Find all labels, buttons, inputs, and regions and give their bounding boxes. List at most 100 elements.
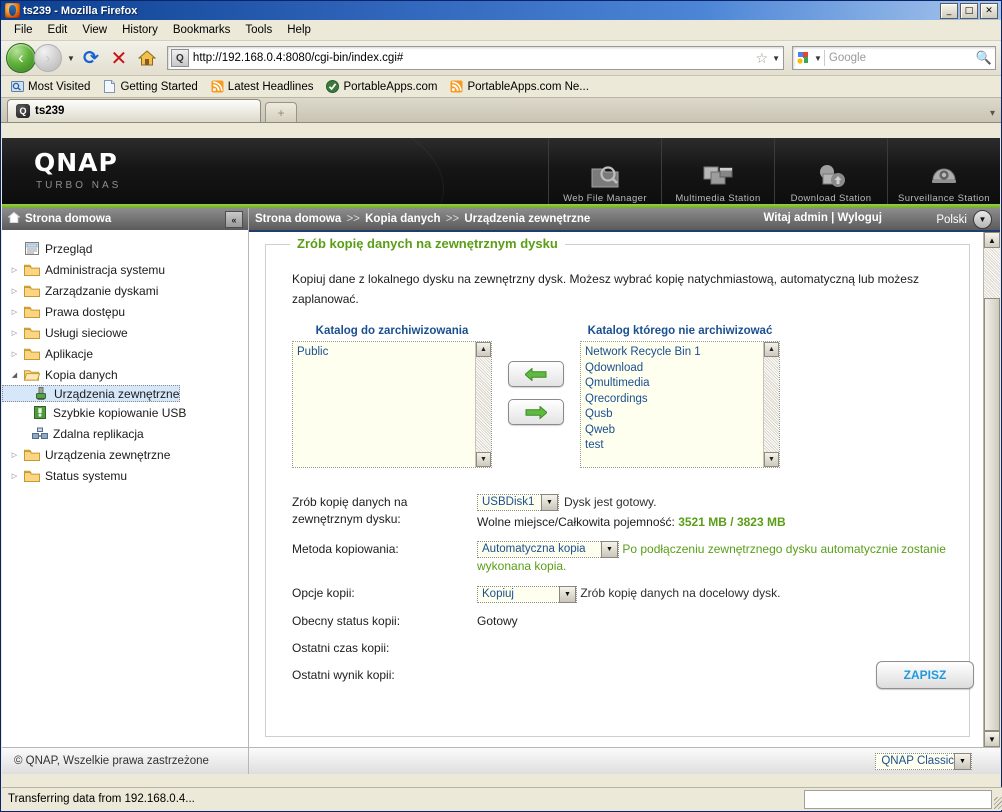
sidebar-item-administracja-systemu[interactable]: ▷ Administracja systemu <box>2 259 248 280</box>
language-selector[interactable]: Polski ▼ <box>936 210 992 229</box>
search-icon[interactable]: 🔍 <box>976 50 992 66</box>
list-item[interactable]: Public <box>297 345 487 361</box>
scroll-up-button[interactable]: ▲ <box>984 232 1000 248</box>
sidebar-item-szybkie-kopiowanie-usb[interactable]: Szybkie kopiowanie USB <box>2 402 248 423</box>
tab-list-icon[interactable]: ▾ <box>990 108 995 119</box>
theme-select[interactable]: QNAP Classic ▼ <box>875 752 972 770</box>
save-button[interactable]: ZAPISZ <box>876 661 974 689</box>
scroll-down-button[interactable]: ▼ <box>984 731 1000 747</box>
bookmark-portableapps[interactable]: PortableApps.com <box>321 79 442 94</box>
sidebar-item-label: Administracja systemu <box>45 262 166 277</box>
sidebar-header: Strona domowa « <box>2 208 248 230</box>
bookmark-most-visited[interactable]: Most Visited <box>6 79 95 94</box>
chevron-down-icon[interactable]: ▼ <box>973 210 992 229</box>
tab-ts239[interactable]: Q ts239 <box>7 99 261 122</box>
forward-button[interactable]: › <box>34 44 62 72</box>
close-button[interactable]: ✕ <box>980 3 998 19</box>
back-button[interactable]: ‹ <box>6 43 36 73</box>
new-tab-button[interactable]: + <box>265 102 297 122</box>
chevron-right-icon[interactable]: ▷ <box>10 266 19 274</box>
bookmark-label: PortableApps.com <box>343 80 438 93</box>
welcome-logout[interactable]: Witaj admin | Wyloguj <box>763 212 882 224</box>
chevron-right-icon[interactable]: ▷ <box>10 472 19 480</box>
chevron-down-icon[interactable]: ◢ <box>10 371 19 379</box>
disk-select[interactable]: USBDisk1 ▼ <box>477 494 559 511</box>
chevron-down-icon[interactable]: ▼ <box>954 752 971 770</box>
bookmark-star-icon[interactable]: ☆ <box>753 50 772 67</box>
scroll-up-button[interactable]: ▲ <box>764 342 779 357</box>
sidebar-collapse-button[interactable]: « <box>225 211 243 228</box>
resize-grip[interactable] <box>994 797 1002 809</box>
list-item[interactable]: test <box>585 438 775 454</box>
sidebar: Strona domowa « Przegląd ▷ Administracja… <box>2 208 249 774</box>
sidebar-item-status-systemu[interactable]: ▷ Status systemu <box>2 465 248 486</box>
url-bar[interactable]: Q http://192.168.0.4:8080/cgi-bin/index.… <box>166 46 784 70</box>
chevron-right-icon[interactable]: ▷ <box>10 350 19 358</box>
scrollbar-thumb[interactable] <box>984 298 1000 731</box>
breadcrumb-kopia-danych[interactable]: Kopia danych <box>365 213 440 225</box>
chevron-right-icon[interactable]: ▷ <box>10 308 19 316</box>
sidebar-item-przeglad[interactable]: Przegląd <box>2 238 248 259</box>
breadcrumb-home[interactable]: Strona domowa <box>255 213 341 225</box>
move-left-button[interactable] <box>508 361 564 387</box>
chevron-down-icon[interactable]: ▼ <box>541 494 558 511</box>
chevron-down-icon[interactable]: ▼ <box>601 541 618 559</box>
move-right-button[interactable] <box>508 399 564 425</box>
search-engine-dropdown-icon[interactable]: ▼ <box>814 54 822 63</box>
rss-icon <box>450 80 463 93</box>
banner-download-station[interactable]: Download Station <box>774 138 887 204</box>
site-identity-icon[interactable]: Q <box>170 49 189 67</box>
menu-edit[interactable]: Edit <box>41 22 75 38</box>
history-dropdown-icon[interactable]: ▼ <box>67 54 75 63</box>
bookmark-getting-started[interactable]: Getting Started <box>98 79 202 94</box>
maximize-button[interactable]: □ <box>960 3 978 19</box>
banner-multimedia-station[interactable]: Multimedia Station <box>661 138 774 204</box>
include-listbox[interactable]: Public ▲ ▼ <box>292 341 492 468</box>
list-item[interactable]: Qmultimedia <box>585 376 775 392</box>
menu-help[interactable]: Help <box>280 22 318 38</box>
scroll-down-button[interactable]: ▼ <box>476 452 491 467</box>
sidebar-item-prawa-dostepu[interactable]: ▷ Prawa dostępu <box>2 301 248 322</box>
list-item[interactable]: Qrecordings <box>585 392 775 408</box>
menu-bookmarks[interactable]: Bookmarks <box>166 22 238 38</box>
chevron-right-icon[interactable]: ▷ <box>10 329 19 337</box>
menu-history[interactable]: History <box>115 22 165 38</box>
chevron-right-icon[interactable]: ▷ <box>10 451 19 459</box>
scroll-down-button[interactable]: ▼ <box>764 452 779 467</box>
sidebar-item-zdalna-replikacja[interactable]: Zdalna replikacja <box>2 423 248 444</box>
google-icon[interactable] <box>796 51 811 66</box>
scroll-up-button[interactable]: ▲ <box>476 342 491 357</box>
bookmark-latest-headlines[interactable]: Latest Headlines <box>206 79 319 94</box>
sidebar-item-urzadzenia-zewnetrzne[interactable]: ▷ Urządzenia zewnętrzne <box>2 444 248 465</box>
sidebar-item-zarzadzanie-dyskami[interactable]: ▷ Zarządzanie dyskami <box>2 280 248 301</box>
method-select[interactable]: Automatyczna kopia ▼ <box>477 541 619 559</box>
options-select[interactable]: Kopiuj ▼ <box>477 585 577 603</box>
menu-tools[interactable]: Tools <box>238 22 279 38</box>
page-scrollbar[interactable]: ▲ ▼ <box>983 232 1000 747</box>
chevron-down-icon[interactable]: ▼ <box>559 585 576 603</box>
minimize-button[interactable]: _ <box>940 3 958 19</box>
exclude-listbox[interactable]: Network Recycle Bin 1 Qdownload Qmultime… <box>580 341 780 468</box>
url-dropdown-icon[interactable]: ▼ <box>772 54 780 63</box>
sidebar-item-urzadzenia-zewnetrzne-selected[interactable]: Urządzenia zewnętrzne <box>2 385 181 402</box>
menu-view[interactable]: View <box>75 22 114 38</box>
include-scrollbar[interactable]: ▲ ▼ <box>475 342 491 467</box>
banner-surveillance-station[interactable]: Surveillance Station <box>887 138 1000 204</box>
search-input[interactable]: Google <box>829 52 976 64</box>
sidebar-item-aplikacje[interactable]: ▷ Aplikacje <box>2 343 248 364</box>
search-bar[interactable]: ▼ Google 🔍 <box>792 46 996 70</box>
home-icon[interactable] <box>135 46 159 70</box>
bookmark-portableapps-news[interactable]: PortableApps.com Ne... <box>445 79 593 94</box>
list-item[interactable]: Qusb <box>585 407 775 423</box>
reload-icon[interactable]: ⟳ <box>79 46 103 70</box>
exclude-scrollbar[interactable]: ▲ ▼ <box>763 342 779 467</box>
banner-web-file-manager[interactable]: Web File Manager <box>548 138 661 204</box>
chevron-right-icon[interactable]: ▷ <box>10 287 19 295</box>
list-item[interactable]: Qweb <box>585 423 775 439</box>
stop-icon[interactable]: ✕ <box>107 46 131 70</box>
list-item[interactable]: Qdownload <box>585 361 775 377</box>
menu-file[interactable]: File <box>7 22 40 38</box>
sidebar-item-kopia-danych[interactable]: ◢ Kopia danych <box>2 364 248 385</box>
sidebar-item-uslugi-sieciowe[interactable]: ▷ Usługi sieciowe <box>2 322 248 343</box>
list-item[interactable]: Network Recycle Bin 1 <box>585 345 775 361</box>
